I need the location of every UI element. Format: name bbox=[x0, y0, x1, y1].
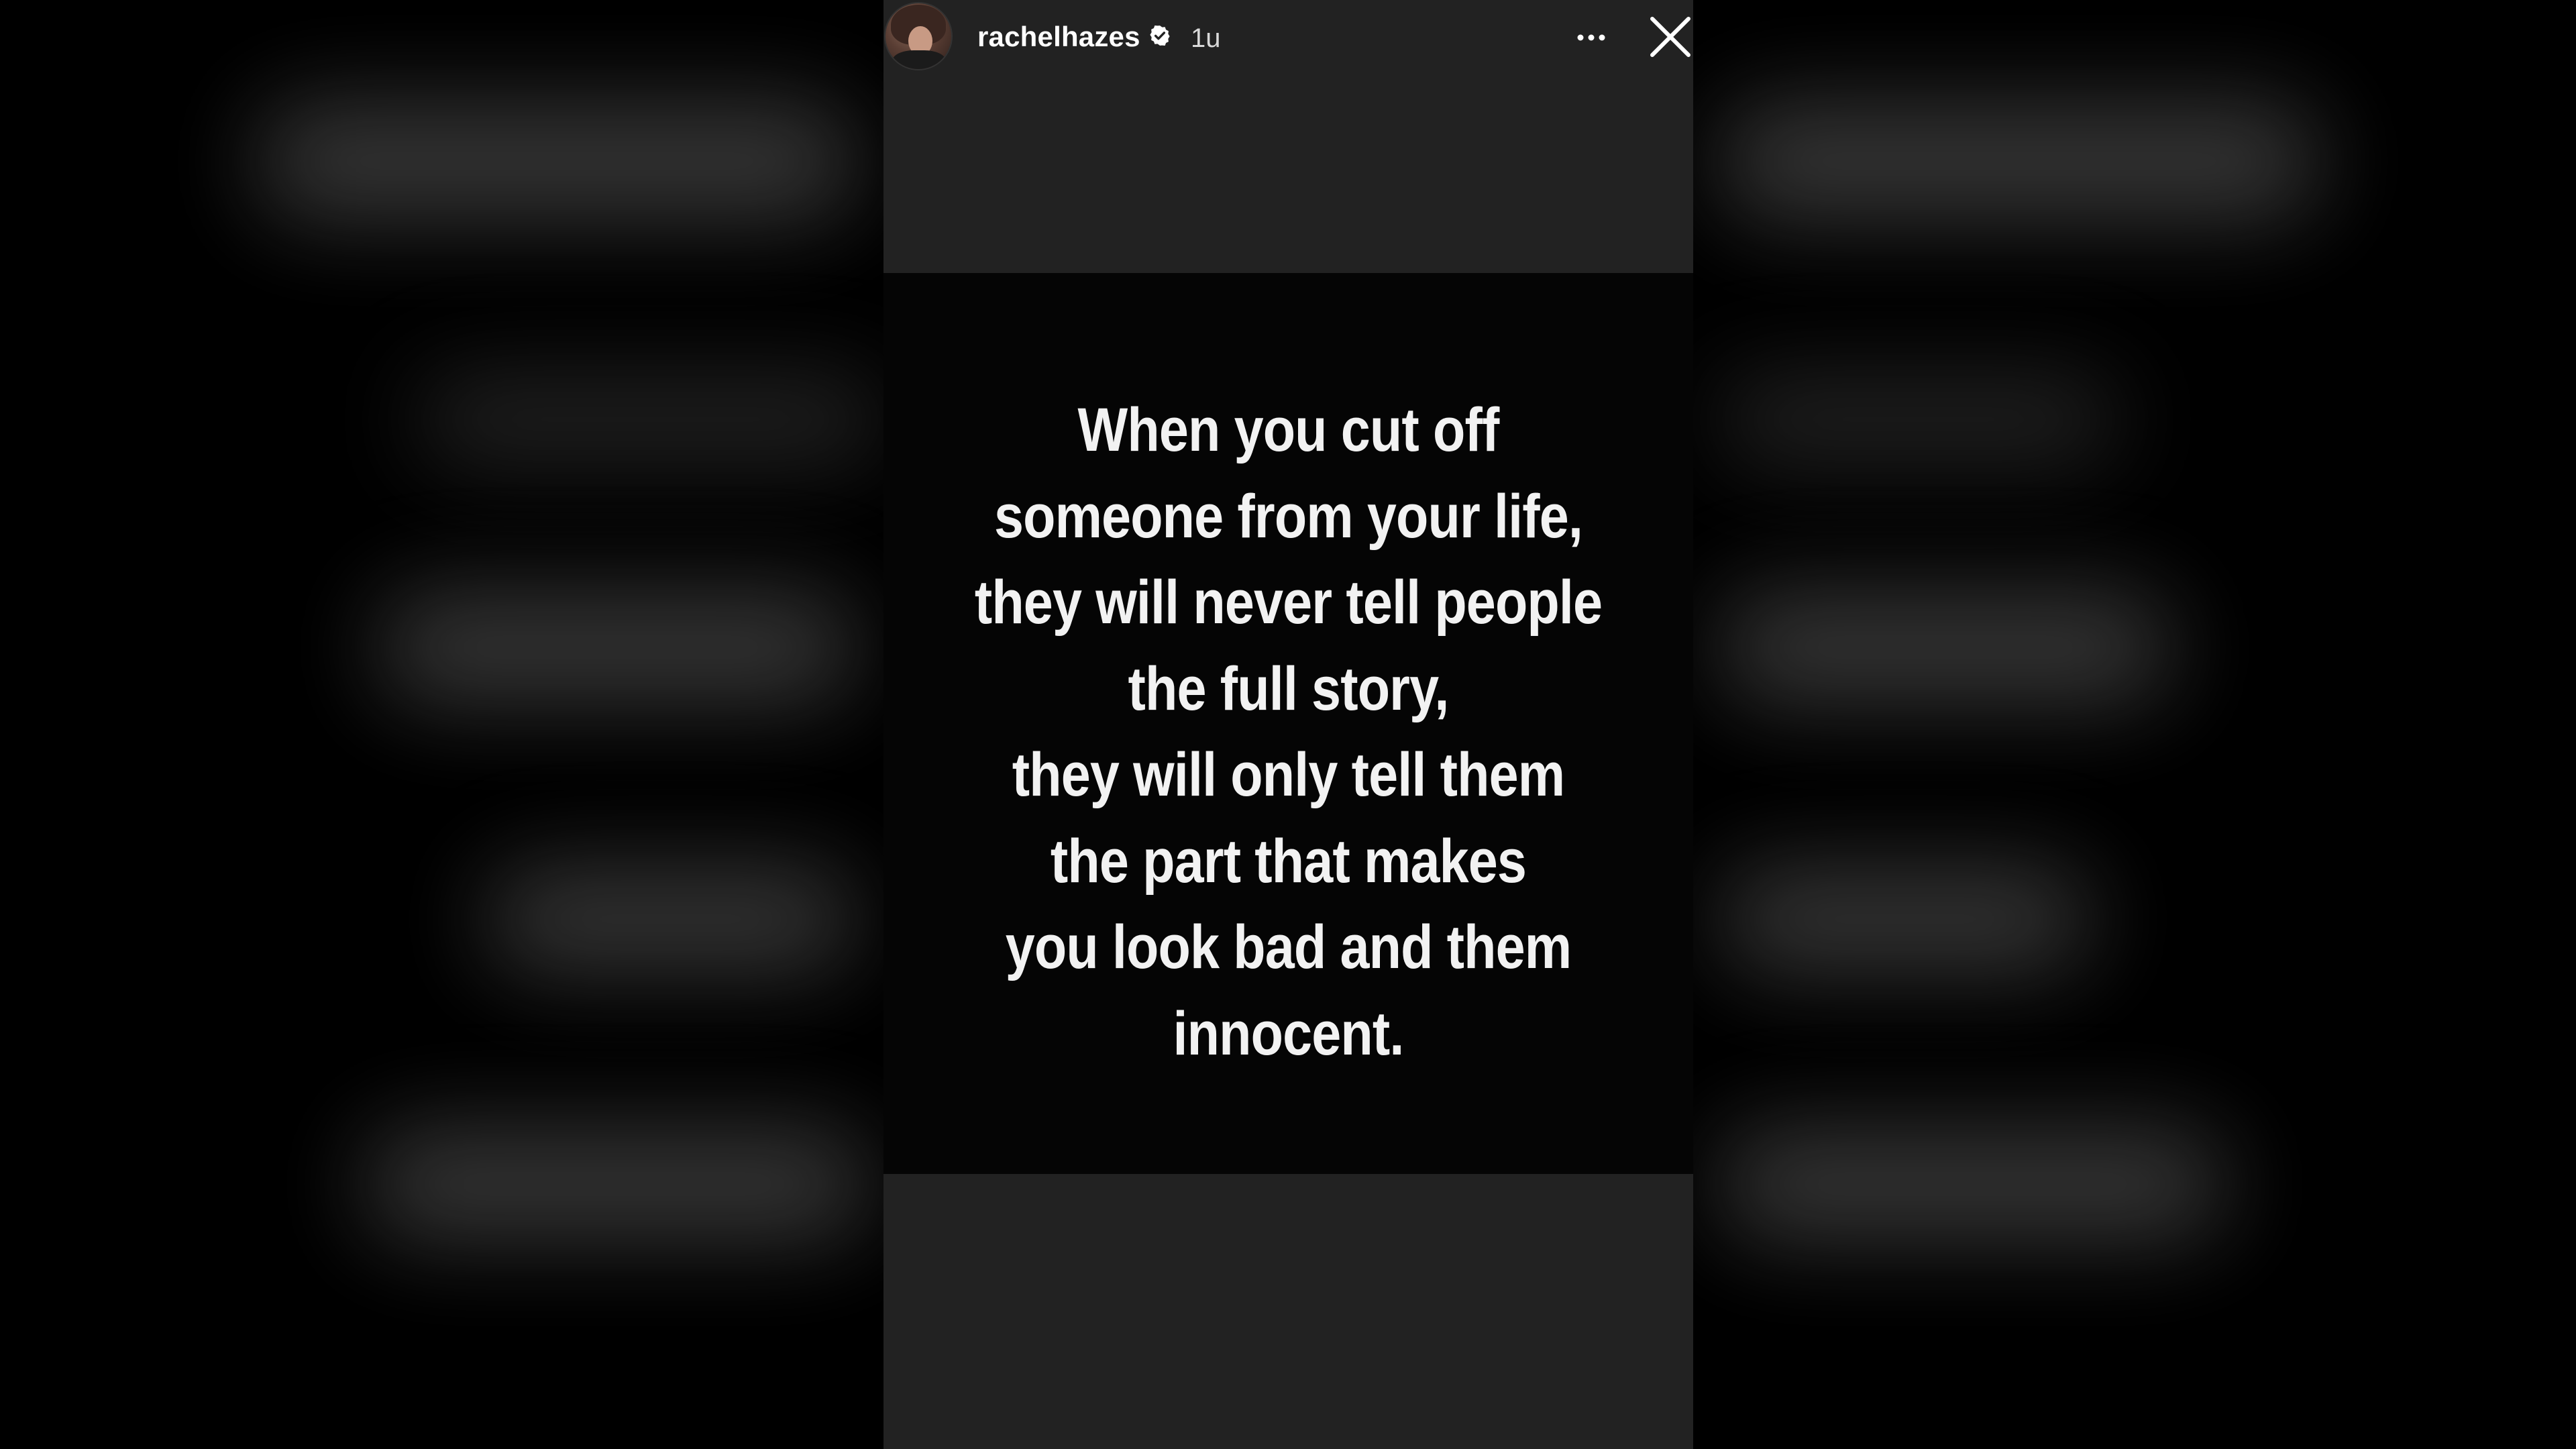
username[interactable]: rachelhazes bbox=[977, 20, 1140, 54]
blurred-shape bbox=[255, 101, 859, 221]
post-time: 1u bbox=[1191, 23, 1221, 53]
quote-line: When you cut off bbox=[1077, 396, 1500, 464]
verified-badge-icon bbox=[1150, 25, 1170, 46]
quote-line: you look bad and them bbox=[1005, 913, 1572, 981]
quote-line: the part that makes bbox=[1050, 826, 1527, 896]
blurred-shape bbox=[376, 590, 859, 704]
blurred-shape bbox=[1717, 376, 2120, 463]
quote-line: the full story, bbox=[1128, 654, 1450, 723]
quote-line: they will never tell people bbox=[974, 568, 1603, 637]
quote-line: innocent. bbox=[1173, 999, 1405, 1068]
blurred-shape bbox=[1717, 1127, 2227, 1241]
blurred-shape bbox=[416, 376, 885, 463]
story-viewer[interactable]: rachelhazes 1u When you cut off someone … bbox=[883, 0, 1693, 1449]
blurred-shape bbox=[483, 865, 859, 973]
close-icon[interactable] bbox=[1648, 15, 1693, 59]
quote-line: someone from your life, bbox=[994, 482, 1583, 551]
avatar[interactable] bbox=[885, 3, 951, 69]
blurred-shape bbox=[1717, 865, 2093, 973]
blurred-shape bbox=[362, 1127, 872, 1241]
quote-text: When you cut off someone from your life,… bbox=[963, 387, 1613, 1077]
story-header: rachelhazes 1u bbox=[883, 0, 1693, 74]
blurred-shape bbox=[1717, 101, 2321, 221]
blurred-shape bbox=[1717, 590, 2174, 704]
more-options-icon[interactable] bbox=[1571, 24, 1611, 51]
story-image-quote: When you cut off someone from your life,… bbox=[883, 273, 1693, 1174]
quote-line: they will only tell them bbox=[1012, 741, 1565, 809]
